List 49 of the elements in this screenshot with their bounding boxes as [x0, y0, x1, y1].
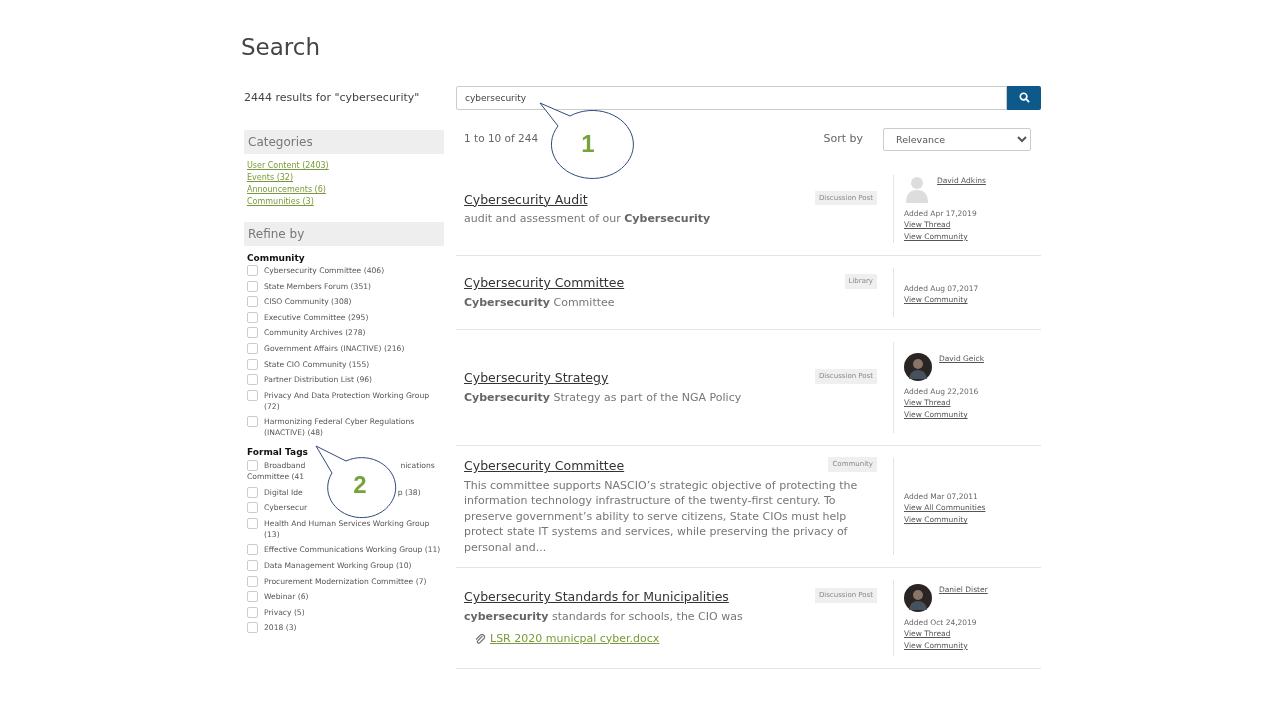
checkbox[interactable] — [247, 416, 258, 428]
search-icon — [1018, 92, 1030, 104]
checkbox[interactable] — [247, 374, 258, 386]
callout-number: 1 — [581, 129, 595, 157]
checkbox[interactable] — [247, 459, 258, 471]
result-snippet: Cybersecurity Strategy as part of the NGA Policy — [464, 389, 743, 406]
checkbox[interactable] — [247, 622, 258, 634]
checkbox[interactable] — [247, 575, 258, 587]
checkbox[interactable] — [247, 343, 258, 355]
checkbox[interactable] — [247, 502, 258, 514]
avatar-placeholder-icon — [904, 174, 930, 203]
checkbox[interactable] — [247, 517, 258, 529]
result-snippet: This committee supports NASCIO’s strategic objective of protecting the information technology infrastructure of the twenty-first century. To preserve government’s ability to serve citizens, State CIOs must help protect state IT systems and services, while preserving the privacy of personal and... — [464, 477, 859, 556]
paperclip-icon — [474, 632, 486, 645]
result-snippet: cybersecurity standards for schools, the CIO was — [464, 609, 744, 625]
result-title[interactable]: Cybersecurity Committee — [464, 457, 625, 476]
callout-number: 2 — [353, 470, 367, 498]
checkbox[interactable] — [247, 265, 258, 277]
result-snippet: Cybersecurity Committee — [464, 294, 616, 311]
results-summary: 2444 results for "cybersecurity" — [244, 89, 421, 106]
checkbox[interactable] — [247, 486, 258, 498]
checkbox[interactable] — [247, 389, 258, 401]
result-title[interactable]: Cybersecurity Strategy — [464, 369, 609, 388]
filter-group-title: Community — [246, 251, 306, 265]
result-title[interactable]: Cybersecurity Committee — [464, 274, 625, 293]
sort-label: Sort by — [823, 130, 863, 147]
checkbox[interactable] — [247, 280, 258, 292]
checkbox[interactable] — [247, 358, 258, 370]
avatar — [904, 583, 932, 612]
checkbox[interactable] — [247, 296, 258, 308]
result-title[interactable]: Cybersecurity Standards for Municipalities — [464, 588, 729, 608]
section-heading: Refine by — [244, 221, 444, 246]
filter-group-title: Formal Tags — [246, 446, 309, 460]
avatar — [904, 353, 932, 382]
checkbox[interactable] — [247, 559, 258, 571]
checkbox[interactable] — [247, 591, 258, 603]
result-snippet: audit and assessment of our Cybersecurity — [464, 211, 712, 227]
checkbox[interactable] — [247, 606, 258, 618]
search-field[interactable]: cybersecurity — [456, 85, 1007, 110]
checkbox[interactable] — [247, 311, 258, 323]
result-title[interactable]: Cybersecurity Audit — [464, 190, 588, 210]
section-heading: Categories — [244, 129, 444, 154]
search-button[interactable] — [1007, 85, 1041, 110]
page-title: Search — [241, 34, 322, 62]
category-link[interactable]: Announcements (6) — [244, 183, 444, 196]
sort-dropdown[interactable]: Relevance — [883, 127, 1031, 151]
result-range: 1 to 10 of 244 — [464, 131, 539, 147]
checkbox[interactable] — [247, 544, 258, 556]
checkbox[interactable] — [247, 327, 258, 339]
